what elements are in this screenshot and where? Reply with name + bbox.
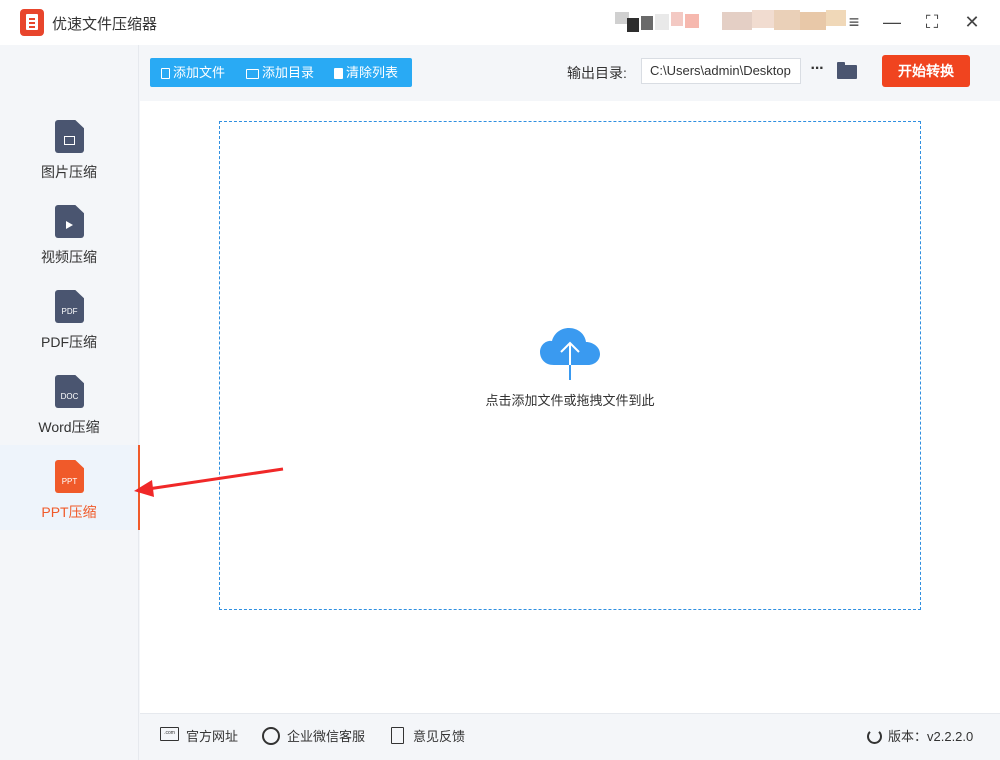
- red-annotation-arrow-icon: [134, 467, 284, 497]
- pdf-file-icon: PDF: [55, 290, 84, 323]
- blurred-user-info: [615, 8, 705, 32]
- wechat-icon[interactable]: [262, 727, 280, 745]
- output-dir-label: 输出目录:: [567, 65, 627, 81]
- file-toolbar: 添加文件 添加目录 清除列表: [150, 58, 412, 87]
- doc-file-icon: DOC: [55, 375, 84, 408]
- blurred-user-name: [722, 8, 852, 32]
- add-file-button[interactable]: 添加文件: [161, 58, 225, 87]
- image-file-icon: [55, 120, 84, 153]
- file-icon: [161, 68, 170, 80]
- sidebar-item-label: 视频压缩: [41, 249, 97, 265]
- website-icon[interactable]: .com: [160, 727, 179, 741]
- sidebar-item-label: 图片压缩: [41, 164, 97, 180]
- add-folder-button[interactable]: 添加目录: [246, 58, 314, 87]
- sidebar-item-pdf-compress[interactable]: PDF PDF压缩: [0, 275, 138, 360]
- app-title: 优速文件压缩器: [52, 16, 158, 33]
- refresh-icon[interactable]: [867, 729, 882, 744]
- folder-icon: [246, 68, 259, 79]
- trash-icon: [334, 68, 343, 80]
- close-button[interactable]: ✕: [960, 10, 984, 34]
- start-convert-button[interactable]: 开始转换: [882, 55, 970, 87]
- clear-list-button[interactable]: 清除列表: [334, 58, 398, 87]
- cloud-upload-icon[interactable]: [540, 325, 600, 381]
- sidebar-item-label: Word压缩: [38, 419, 100, 435]
- sidebar-item-ppt-compress[interactable]: PPT PPT压缩: [0, 445, 140, 530]
- app-logo-icon: [20, 9, 44, 36]
- website-link[interactable]: 官方网址: [186, 729, 238, 745]
- output-dir-field[interactable]: C:\Users\admin\Desktop: [641, 58, 801, 84]
- sidebar-item-image-compress[interactable]: 图片压缩: [0, 105, 138, 190]
- maximize-button[interactable]: ⛶: [920, 10, 944, 34]
- sidebar-item-label: PPT压缩: [41, 504, 97, 520]
- open-folder-icon[interactable]: [837, 62, 857, 79]
- minimize-button[interactable]: —: [880, 10, 904, 34]
- feedback-icon[interactable]: [391, 727, 404, 744]
- title-bar: 优速文件压缩器 ≡ — ⛶ ✕: [0, 0, 1000, 45]
- version-label: 版本：v2.2.2.0: [888, 729, 974, 744]
- drop-zone-hint: 点击添加文件或拖拽文件到此: [485, 393, 655, 408]
- video-file-icon: [55, 205, 84, 238]
- ppt-file-icon: PPT: [55, 460, 84, 493]
- sidebar: 图片压缩 视频压缩 PDF PDF压缩 DOC Word压缩 PPT PPT压缩: [0, 45, 140, 760]
- feedback-link[interactable]: 意见反馈: [413, 729, 465, 745]
- sidebar-item-label: PDF压缩: [41, 334, 97, 350]
- sidebar-item-video-compress[interactable]: 视频压缩: [0, 190, 138, 275]
- wechat-support-link[interactable]: 企业微信客服: [287, 729, 365, 745]
- sidebar-item-word-compress[interactable]: DOC Word压缩: [0, 360, 138, 445]
- app-window: 优速文件压缩器 ≡ — ⛶ ✕ 图片压缩 视频压缩 PDF PDF压缩 DOC …: [0, 0, 1000, 760]
- more-options-button[interactable]: ···: [806, 60, 828, 82]
- menu-button[interactable]: ≡: [842, 10, 866, 34]
